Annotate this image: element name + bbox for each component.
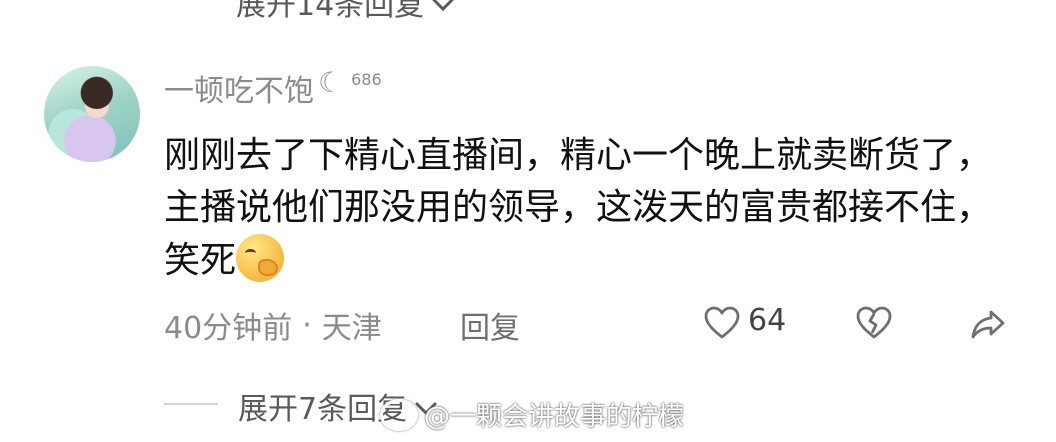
thread-divider: [164, 403, 218, 405]
comment-author[interactable]: 一顿吃不饱 ☾ 686: [164, 66, 382, 110]
username: 一顿吃不饱: [164, 74, 314, 109]
moon-icon: ☾: [318, 66, 344, 99]
smirk-emoji-icon: [236, 234, 285, 282]
fan-count-badge: 686: [351, 70, 382, 89]
comment-body: 刚刚去了下精心直播间，精心一个晚上就卖断货了，主播说他们那没用的领导，这泼天的富…: [164, 135, 993, 281]
avatar[interactable]: [44, 66, 140, 162]
broken-heart-icon[interactable]: [856, 306, 892, 340]
comment-location: 天津: [321, 311, 382, 346]
heart-outline-icon[interactable]: [704, 306, 740, 340]
meta-separator: ·: [302, 307, 312, 343]
share-arrow-icon[interactable]: [970, 308, 1006, 340]
weibo-logo-icon: [380, 398, 418, 431]
previous-expand-replies[interactable]: 展开14条回复: [236, 0, 454, 24]
comment-text: 刚刚去了下精心直播间，精心一个晚上就卖断货了，主播说他们那没用的领导，这泼天的富…: [164, 130, 1024, 287]
comment-meta: 40分钟前 · 天津: [164, 303, 382, 347]
like-count: 64: [748, 303, 787, 338]
watermark: @一颗会讲故事的柠檬: [380, 396, 684, 433]
comment-time: 40分钟前: [164, 311, 293, 346]
reply-button[interactable]: 回复: [460, 303, 520, 347]
previous-expand-label: 展开14条回复: [236, 0, 425, 23]
watermark-text: @一颗会讲故事的柠檬: [424, 402, 685, 432]
chevron-down-icon: [432, 0, 454, 20]
